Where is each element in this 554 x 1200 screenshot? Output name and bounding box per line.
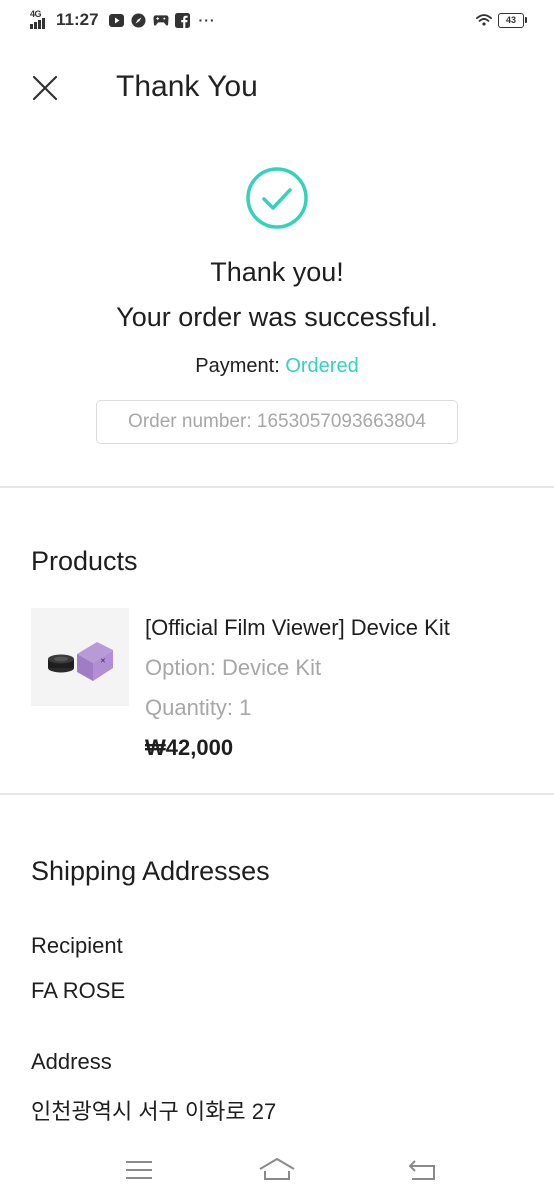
status-time: 11:27 (56, 10, 99, 29)
back-button[interactable] (402, 1154, 442, 1186)
app-header: Thank You (0, 52, 554, 124)
shipping-section-title: Shipping Addresses (31, 856, 270, 886)
address-label: Address (31, 1049, 112, 1074)
product-info: [Official Film Viewer] Device Kit Option… (145, 614, 450, 762)
youtube-icon (109, 12, 125, 28)
recipient-label: Recipient (31, 933, 123, 958)
back-icon (409, 1160, 435, 1180)
menu-icon (126, 1161, 152, 1179)
svg-text:✕: ✕ (100, 657, 106, 665)
status-left: 4G 11:27 ··· (30, 9, 216, 30)
close-icon (32, 75, 58, 101)
section-divider (0, 793, 554, 795)
product-name: [Official Film Viewer] Device Kit (145, 615, 450, 640)
battery-indicator: 43 (498, 12, 527, 28)
product-option: Option: Device Kit (145, 655, 322, 680)
payment-status-row: Payment: Ordered (0, 353, 554, 379)
home-icon (259, 1158, 295, 1180)
order-number-text: Order number: 1653057093663804 (128, 411, 426, 432)
address-value: 인천광역시 서구 이화로 27 (31, 1099, 277, 1124)
product-thumbnail: ✕ (31, 608, 129, 706)
wifi-icon (476, 12, 492, 28)
facebook-icon (175, 12, 191, 28)
product-quantity: Quantity: 1 (145, 695, 252, 720)
thank-you-heading: Thank you! (210, 257, 344, 287)
cellular-signal-icon: 4G (30, 9, 50, 30)
product-price: ₩42,000 (145, 735, 234, 760)
order-number-box: Order number: 1653057093663804 (96, 400, 458, 444)
payment-label: Payment: (195, 355, 280, 377)
game-controller-icon (153, 12, 169, 28)
section-divider (0, 486, 554, 488)
home-button[interactable] (257, 1154, 297, 1186)
payment-status-value: Ordered (285, 355, 359, 377)
more-notifications-indicator: ··· (198, 12, 216, 28)
recipient-value: FA ROSE (31, 978, 126, 1003)
menu-button[interactable] (119, 1154, 159, 1186)
close-button[interactable] (22, 65, 68, 111)
status-bar: 4G 11:27 ··· 43 (0, 0, 554, 44)
check-circle-icon (246, 167, 308, 229)
product-item[interactable]: ✕ [Official Film Viewer] Device Kit Opti… (31, 608, 531, 768)
compass-icon (131, 12, 147, 28)
page-title: Thank You (116, 70, 258, 103)
order-success-message: Your order was successful. (116, 302, 438, 332)
products-section-title: Products (31, 546, 138, 576)
system-nav-bar (0, 1146, 554, 1200)
status-right: 43 (476, 12, 527, 28)
order-success-panel: Thank you! Your order was successful. Pa… (0, 166, 554, 444)
